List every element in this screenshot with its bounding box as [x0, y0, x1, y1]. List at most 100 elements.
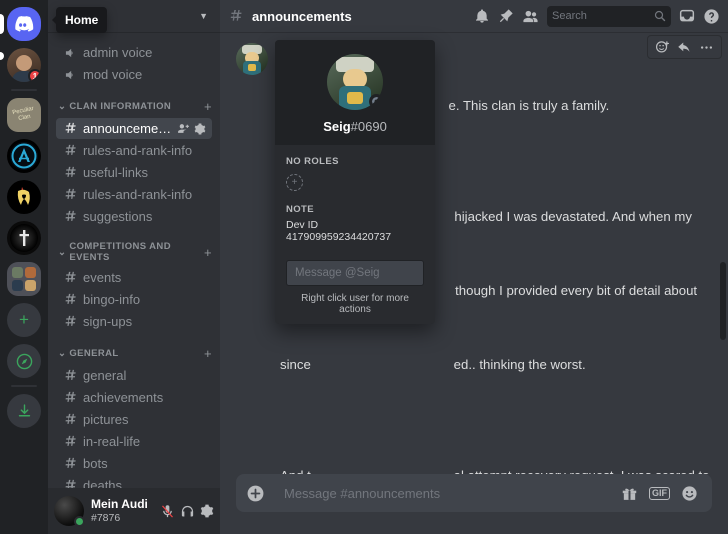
- channel-label: bingo-info: [83, 292, 141, 307]
- profile-hint: Right click user for more actions: [301, 293, 409, 315]
- sidebar-item-sign-ups[interactable]: sign-ups: [56, 311, 212, 332]
- speaker-icon: [62, 68, 78, 82]
- discord-window: 1 Peculiar Clan + ▼ admin voice mod voic…: [0, 0, 728, 534]
- headphones-icon[interactable]: [180, 504, 195, 519]
- rail-divider-2: [11, 385, 37, 387]
- microphone-muted-icon[interactable]: [160, 504, 175, 519]
- announcement-hash-icon: [62, 434, 78, 449]
- status-offline-indicator: [369, 94, 383, 109]
- upload-plus-icon[interactable]: [236, 484, 274, 503]
- message-scrollbar[interactable]: [720, 262, 726, 340]
- category-clan-information[interactable]: ⌄ CLAN INFORMATION +: [48, 86, 220, 117]
- sidebar-item-general[interactable]: general: [56, 365, 212, 386]
- explore-servers-button[interactable]: [7, 344, 41, 378]
- channel-label: bots: [83, 456, 108, 471]
- create-invite-icon[interactable]: [177, 122, 190, 135]
- channel-label: suggestions: [83, 209, 153, 224]
- pinned-messages-icon[interactable]: [498, 8, 514, 24]
- channel-label: pictures: [83, 412, 129, 427]
- sidebar-item-bots[interactable]: bots: [56, 453, 212, 474]
- channel-header: announcements Search: [220, 0, 728, 32]
- avatar[interactable]: [54, 496, 85, 527]
- server-cross[interactable]: [7, 221, 41, 255]
- roles-header: NO ROLES: [286, 156, 339, 167]
- chevron-down-icon: ⌄: [58, 348, 67, 359]
- dm-unread-badge: 1: [28, 69, 41, 82]
- server-a-logo[interactable]: [7, 139, 41, 173]
- search-input[interactable]: Search: [547, 5, 671, 27]
- add-server-plus: +: [19, 310, 29, 329]
- user-panel: Mein Audi #7876: [48, 488, 220, 534]
- chevron-down-icon: ⌄: [58, 246, 67, 258]
- channel-label: announcements: [83, 121, 172, 136]
- note-text[interactable]: Dev ID 417909959234420737: [286, 219, 424, 243]
- create-channel-button[interactable]: +: [204, 99, 212, 114]
- server-peculiar[interactable]: Peculiar Clan: [7, 98, 41, 132]
- server-folder[interactable]: [7, 262, 41, 296]
- profile-header: Seig#0690: [275, 40, 435, 145]
- notification-bell-icon[interactable]: [474, 8, 490, 24]
- announcement-hash-icon: [62, 368, 78, 383]
- avatar[interactable]: [236, 43, 268, 75]
- message-input-placeholder[interactable]: Message #announcements: [284, 486, 611, 501]
- sidebar-item-achievements[interactable]: achievements: [56, 387, 212, 408]
- sidebar-item-rules-and-rank-info-2[interactable]: rules-and-rank-info: [56, 184, 212, 205]
- channel-admin-voice[interactable]: admin voice: [56, 42, 212, 63]
- sidebar-item-announcements[interactable]: announcements: [56, 118, 212, 139]
- rail-divider: [11, 89, 37, 91]
- search-placeholder: Search: [552, 10, 587, 22]
- a-logo-icon: [10, 142, 38, 170]
- server-rail: 1 Peculiar Clan +: [0, 0, 48, 534]
- download-apps-button[interactable]: [7, 394, 41, 428]
- note-header: NOTE: [286, 204, 314, 215]
- channel-label: useful-links: [83, 165, 149, 180]
- sidebar-item-suggestions[interactable]: suggestions: [56, 206, 212, 227]
- channel-mod-voice[interactable]: mod voice: [56, 64, 212, 85]
- sidebar-item-rules-and-rank-info[interactable]: rules-and-rank-info: [56, 140, 212, 161]
- channel-list[interactable]: admin voice mod voice ⌄ CLAN INFORMATION…: [48, 32, 220, 488]
- avatar: [327, 54, 383, 110]
- server-helmet[interactable]: [7, 180, 41, 214]
- announcement-hash-icon: [228, 8, 244, 24]
- add-reaction-icon[interactable]: [655, 40, 670, 55]
- username: Mein Audi: [91, 498, 148, 512]
- sidebar-item-pictures[interactable]: pictures: [56, 409, 212, 430]
- search-icon: [654, 10, 666, 22]
- create-channel-button[interactable]: +: [204, 245, 212, 260]
- category-general[interactable]: ⌄ GENERAL +: [48, 333, 220, 364]
- sidebar-item-useful-links[interactable]: useful-links: [56, 162, 212, 183]
- gif-icon[interactable]: GIF: [649, 486, 670, 500]
- user-identity[interactable]: Mein Audi #7876: [91, 498, 153, 524]
- channel-label: achievements: [83, 390, 164, 405]
- sidebar-item-deaths[interactable]: deaths: [56, 475, 212, 488]
- profile-message-input[interactable]: Message @Seig: [286, 260, 424, 286]
- add-server-button[interactable]: +: [7, 303, 41, 337]
- create-channel-button[interactable]: +: [204, 346, 212, 361]
- channel-settings-gear-icon[interactable]: [194, 123, 206, 135]
- add-role-button[interactable]: +: [286, 174, 303, 191]
- sidebar-item-events[interactable]: events: [56, 267, 212, 288]
- settings-gear-icon[interactable]: [200, 504, 214, 518]
- composer-input-row[interactable]: Message #announcements GIF: [236, 474, 712, 512]
- category-competitions-and-events[interactable]: ⌄ COMPETITIONS AND EVENTS +: [48, 228, 220, 266]
- sidebar-item-in-real-life[interactable]: in-real-life: [56, 431, 212, 452]
- inbox-icon[interactable]: [679, 8, 695, 24]
- home-tooltip: Home: [56, 7, 108, 33]
- announcement-hash-icon: [62, 314, 78, 329]
- speaker-icon: [62, 46, 78, 60]
- message-hover-toolbar: [647, 35, 722, 59]
- dm-avatar[interactable]: 1: [7, 48, 41, 82]
- home-button[interactable]: [7, 7, 41, 41]
- more-options-icon[interactable]: [699, 40, 714, 55]
- emoji-icon[interactable]: [681, 485, 698, 502]
- gift-icon[interactable]: [621, 485, 638, 502]
- member-list-icon[interactable]: [522, 8, 539, 25]
- help-icon[interactable]: [703, 8, 720, 25]
- announcement-hash-icon: [62, 478, 78, 488]
- chevron-down-icon: ▼: [199, 11, 208, 21]
- channel-label: rules-and-rank-info: [83, 187, 193, 202]
- channel-label: sign-ups: [83, 314, 133, 329]
- reply-icon[interactable]: [677, 40, 692, 55]
- sidebar-item-bingo-info[interactable]: bingo-info: [56, 289, 212, 310]
